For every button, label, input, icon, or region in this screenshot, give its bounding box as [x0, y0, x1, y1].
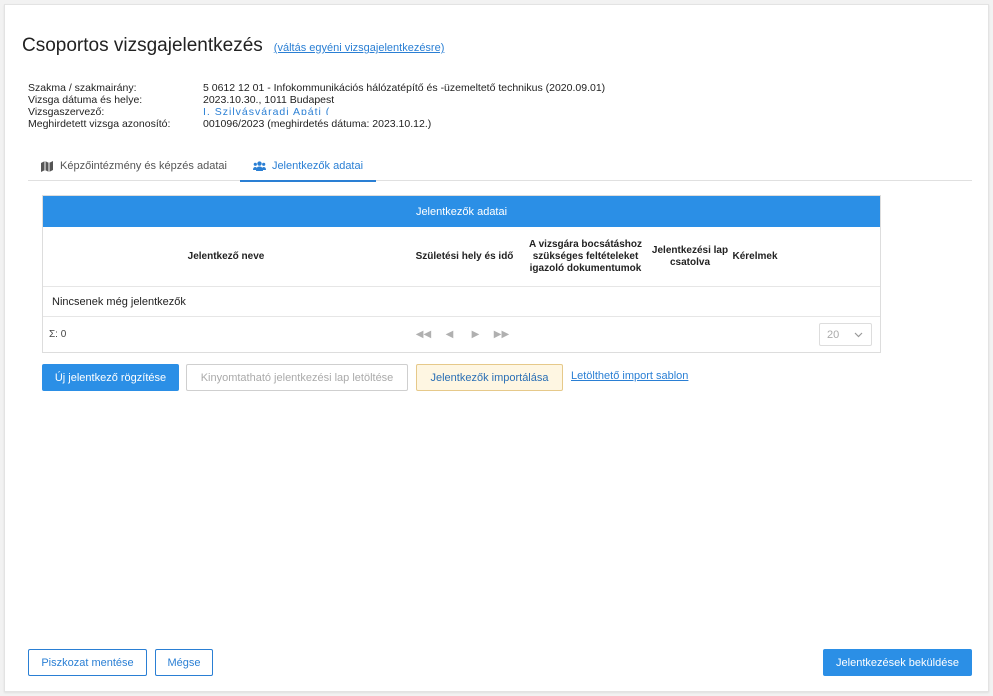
grid-header-row: Jelentkező neve Születési hely és idő A …	[43, 227, 880, 287]
tab-training-institution[interactable]: Képzőintézmény és képzés adatai	[28, 151, 240, 181]
column-header-name[interactable]: Jelentkező neve	[43, 227, 409, 286]
users-icon	[252, 160, 266, 171]
tab-label: Jelentkezők adatai	[271, 159, 364, 172]
column-header-documents[interactable]: A vizsgára bocsátáshoz szükséges feltéte…	[520, 227, 651, 286]
grid-footer: Σ: 0 ◀◀ ◀ ▶ ▶▶ 20	[43, 317, 880, 352]
new-applicant-button[interactable]: Új jelentkező rögzítése	[42, 364, 179, 391]
page-title: Csoportos vizsgajelentkezés	[22, 35, 263, 56]
switch-to-individual-link[interactable]: (váltás egyéni vizsgajelentkezésre)	[274, 42, 445, 54]
info-row-organizer: Vizsgaszervező: I. Szilvásváradi Apáti (	[28, 106, 605, 118]
grid-title: Jelentkezők adatai	[43, 196, 880, 227]
tab-applicants[interactable]: Jelentkezők adatai	[239, 151, 377, 182]
info-label: Vizsgaszervező:	[28, 106, 105, 118]
map-icon	[41, 160, 54, 172]
info-row-exam-id: Meghirdetett vizsga azonosító: 001096/20…	[28, 118, 605, 130]
empty-message: Nincsenek még jelentkezők	[43, 287, 880, 317]
info-row-date-place: Vizsga dátuma és helye: 2023.10.30., 101…	[28, 94, 605, 106]
info-label: Meghirdetett vizsga azonosító:	[28, 118, 171, 130]
info-value: 2023.10.30., 1011 Budapest	[203, 94, 335, 106]
save-draft-button[interactable]: Piszkozat mentése	[28, 649, 147, 676]
info-row-profession: Szakma / szakmairány: 5 0612 12 01 - Inf…	[28, 82, 605, 94]
page-size-select[interactable]: 20	[819, 323, 872, 346]
exam-info: Szakma / szakmairány: 5 0612 12 01 - Inf…	[28, 82, 605, 130]
chevron-down-icon	[854, 329, 863, 341]
info-value: 001096/2023 (meghirdetés dátuma: 2023.10…	[203, 118, 432, 130]
applicants-grid: Jelentkezők adatai Jelentkező neve Szüle…	[42, 195, 881, 353]
import-applicants-button[interactable]: Jelentkezők importálása	[416, 364, 563, 391]
page-size-value: 20	[827, 328, 840, 341]
organizer-link[interactable]: I. Szilvásváradi Apáti (	[203, 106, 330, 115]
prev-page-icon[interactable]: ◀	[441, 329, 458, 340]
sum-count: Σ: 0	[49, 329, 67, 340]
main-card: Csoportos vizsgajelentkezés (váltás egyé…	[4, 4, 989, 692]
column-header-sheet-attached[interactable]: Jelentkezési lap csatolva	[651, 227, 729, 286]
tab-bar: Képzőintézmény és képzés adatai Jelentke…	[28, 151, 972, 182]
title-row: Csoportos vizsgajelentkezés (váltás egyé…	[22, 35, 444, 57]
download-printable-button[interactable]: Kinyomtatható jelentkezési lap letöltése	[186, 364, 408, 391]
pager: ◀◀ ◀ ▶ ▶▶	[415, 329, 510, 340]
column-header-birth[interactable]: Születési hely és idő	[409, 227, 520, 286]
submit-applications-button[interactable]: Jelentkezések beküldése	[823, 649, 972, 676]
info-value: 5 0612 12 01 - Infokommunikációs hálózat…	[203, 82, 606, 94]
first-page-icon[interactable]: ◀◀	[415, 329, 432, 340]
cancel-button[interactable]: Mégse	[155, 649, 213, 676]
column-header-requests[interactable]: Kérelmek	[729, 227, 781, 286]
info-label: Vizsga dátuma és helye:	[28, 94, 143, 106]
import-template-link[interactable]: Letölthető import sablon	[571, 370, 688, 382]
info-label: Szakma / szakmairány:	[28, 82, 137, 94]
tab-label: Képzőintézmény és képzés adatai	[60, 160, 227, 172]
next-page-icon[interactable]: ▶	[467, 329, 484, 340]
last-page-icon[interactable]: ▶▶	[493, 329, 510, 340]
